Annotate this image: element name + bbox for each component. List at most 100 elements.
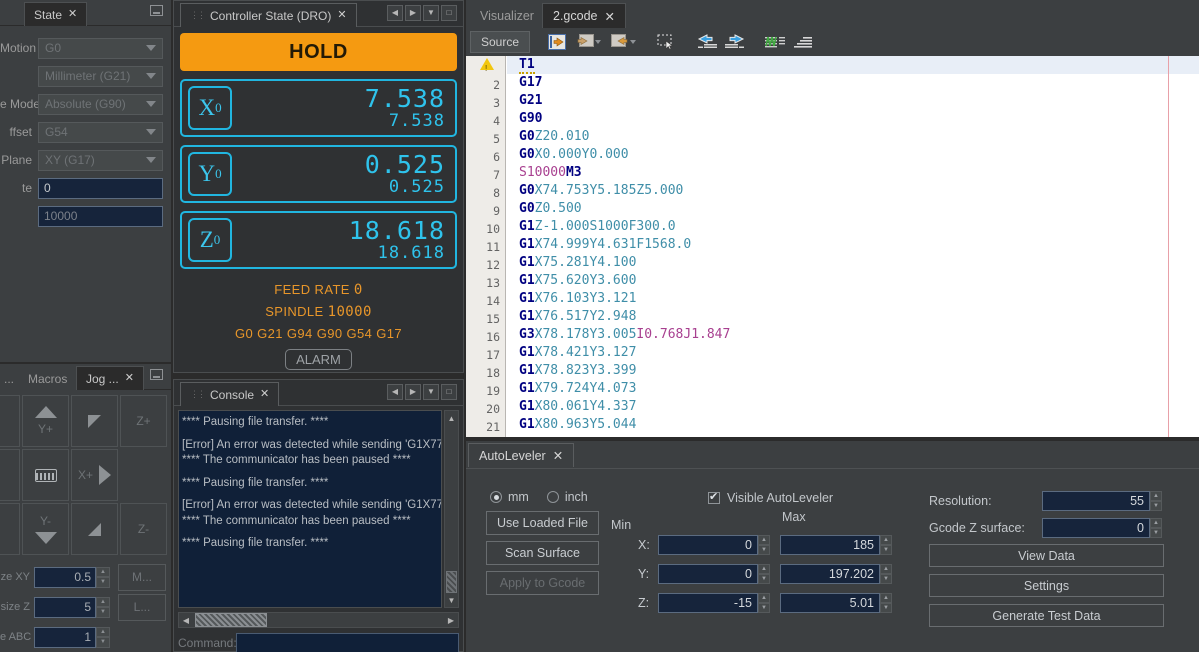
tab-console-close-icon[interactable]: ✕ [260,389,269,400]
gcode-z-surface-value[interactable]: 0 [1042,518,1150,538]
tab-state-close-icon[interactable]: ✕ [68,9,77,20]
jog-value-step-z[interactable]: 5 [34,596,96,618]
axis-z-min-value[interactable]: -15 [658,593,758,613]
code-line[interactable]: G1X76.517Y2.948 [507,308,1199,326]
tab-controller-state[interactable]: ⋮⋮ Controller State (DRO) ✕ [180,3,357,27]
generate-test-data-button[interactable]: Generate Test Data [929,604,1164,627]
resolution-stepper[interactable]: 55 ▲ ▼ [1042,491,1162,511]
align-icon[interactable] [790,31,816,53]
spin-down-icon[interactable]: ▼ [1150,501,1162,511]
tab-autoleveler-close-icon[interactable]: ✕ [553,448,563,463]
axis-z-max-value[interactable]: 5.01 [780,593,880,613]
chevron-down-icon[interactable] [630,40,637,44]
scroll-down-icon[interactable]: ▼ [445,593,458,607]
spin-up-icon[interactable]: ▲ [1150,491,1162,501]
jog-z-plus-button[interactable]: Z+ [120,395,167,447]
spin-up-icon[interactable]: ▲ [758,593,770,603]
axis-x-min-value[interactable]: 0 [658,535,758,555]
jog-value-step-abc[interactable]: 1 [34,626,96,648]
axis-y-max-value[interactable]: 197.202 [780,564,880,584]
state-combo-offset[interactable]: G54 [38,121,163,143]
code-line[interactable]: G1X76.103Y3.121 [507,290,1199,308]
state-combo-motion[interactable]: G0 [38,37,163,59]
spinner-arrows[interactable]: ▲ ▼ [758,564,770,584]
use-loaded-file-button[interactable]: Use Loaded File [486,511,599,535]
nav-next-button[interactable]: ▶ [405,384,421,400]
nav-prev-button[interactable]: ◀ [387,5,403,21]
radio-mm[interactable]: mm [490,490,529,504]
source-button[interactable]: Source [470,31,531,53]
gcode-z-surface-stepper[interactable]: 0 ▲ ▼ [1042,518,1162,538]
gcode-lines[interactable]: T1 G17 G21 G90 G0Z20.010 G0X0.000Y0.000 … [507,56,1199,437]
state-combo-units[interactable]: Millimeter (G21) [38,65,163,87]
state-combo-distance-mode[interactable]: Absolute (G90) [38,93,163,115]
indent-icon[interactable] [722,31,748,53]
spin-up-icon[interactable]: ▲ [880,535,892,545]
tab-state[interactable]: State ✕ [24,2,88,26]
status-badge-hold[interactable]: HOLD [180,33,457,71]
spinner-arrows[interactable]: ▲ ▼ [96,626,110,648]
jog-stepper-step-xy[interactable]: 0.5 ▲ ▼ [34,566,110,588]
state-panel-minimize-button[interactable] [150,5,163,16]
nav-maximize-button[interactable]: □ [441,384,457,400]
spinner-arrows[interactable]: ▲ ▼ [1150,518,1162,538]
jog-stepper-step-z[interactable]: 5 ▲ ▼ [34,596,110,618]
tab-macros[interactable]: Macros [18,366,78,390]
settings-button[interactable]: Settings [929,574,1164,597]
code-line[interactable]: G1X74.999Y4.631F1568.0 [507,236,1199,254]
jog-x-plus-y-plus-button[interactable] [71,395,118,447]
spinner-arrows[interactable]: ▲ ▼ [758,535,770,555]
axis-z-min-stepper[interactable]: -15 ▲ ▼ [658,593,770,613]
jog-button-l[interactable]: L... [118,593,166,621]
drag-grip-icon[interactable]: ⋮⋮ [190,10,206,21]
code-line[interactable]: T1 [507,56,1199,74]
jog-x-plus-button[interactable]: X+ [71,449,118,501]
tab-jog[interactable]: Jog ... ✕ [76,366,144,390]
axis-z-max-stepper[interactable]: 5.01 ▲ ▼ [780,593,892,613]
dro-axis-x[interactable]: X0 7.538 7.538 [180,79,457,137]
jog-x-plus-y-minus-button[interactable] [71,503,118,555]
scrollbar-thumb[interactable] [195,613,267,627]
spin-down-icon[interactable]: ▼ [96,637,110,648]
jog-x-minus-y-minus-button[interactable] [0,503,20,555]
spinner-arrows[interactable]: ▲ ▼ [880,535,892,555]
spin-down-icon[interactable]: ▼ [758,545,770,555]
jog-button-m[interactable]: M... [118,563,166,591]
state-combo-plane[interactable]: XY (G17) [38,149,163,171]
view-data-button[interactable]: View Data [929,544,1164,567]
select-rectangle-icon[interactable] [654,31,680,53]
command-input[interactable] [236,632,459,652]
spin-up-icon[interactable]: ▲ [96,566,110,577]
outdent-icon[interactable] [694,31,720,53]
dro-axis-z[interactable]: Z0 18.618 18.618 [180,211,457,269]
console-horizontal-scrollbar[interactable]: ◀ ▶ [178,612,459,628]
gcode-code-area[interactable]: 2 3 4 5 6 7 8 9 10 11 12 13 14 15 16 17 … [466,56,1199,437]
spin-down-icon[interactable]: ▼ [758,574,770,584]
code-line[interactable]: G0Z0.500 [507,200,1199,218]
state-input-feedrate[interactable]: 0 [38,177,163,199]
tab-controller-state-close-icon[interactable]: ✕ [337,10,346,21]
spin-down-icon[interactable]: ▼ [758,603,770,613]
axis-x-max-stepper[interactable]: 185 ▲ ▼ [780,535,892,555]
tab-autoleveler[interactable]: AutoLeveler ✕ [468,443,575,467]
nav-maximize-button[interactable]: □ [441,5,457,21]
spinner-arrows[interactable]: ▲ ▼ [880,564,892,584]
jump-to-source-icon[interactable] [544,31,570,53]
code-line[interactable]: G1X75.281Y4.100 [507,254,1199,272]
code-line[interactable]: G1X75.620Y3.600 [507,272,1199,290]
axis-y-max-stepper[interactable]: 197.202 ▲ ▼ [780,564,892,584]
radio-inch[interactable]: inch [546,490,588,504]
dro-axis-y[interactable]: Y0 0.525 0.525 [180,145,457,203]
jog-y-minus-button[interactable]: Y- [22,503,69,555]
compare-icon[interactable] [762,31,788,53]
axis-y-min-stepper[interactable]: 0 ▲ ▼ [658,564,770,584]
gcode-warning-marker[interactable] [466,58,505,78]
scrollbar-thumb[interactable] [446,571,457,593]
visible-autoleveler-checkbox[interactable]: Visible AutoLeveler [708,490,833,505]
tab-visualizer[interactable]: Visualizer [470,3,544,28]
code-line[interactable]: G0Z20.010 [507,128,1199,146]
code-line[interactable]: G1X78.421Y3.127 [507,344,1199,362]
spinner-arrows[interactable]: ▲ ▼ [758,593,770,613]
spin-up-icon[interactable]: ▲ [758,535,770,545]
resolution-value[interactable]: 55 [1042,491,1150,511]
